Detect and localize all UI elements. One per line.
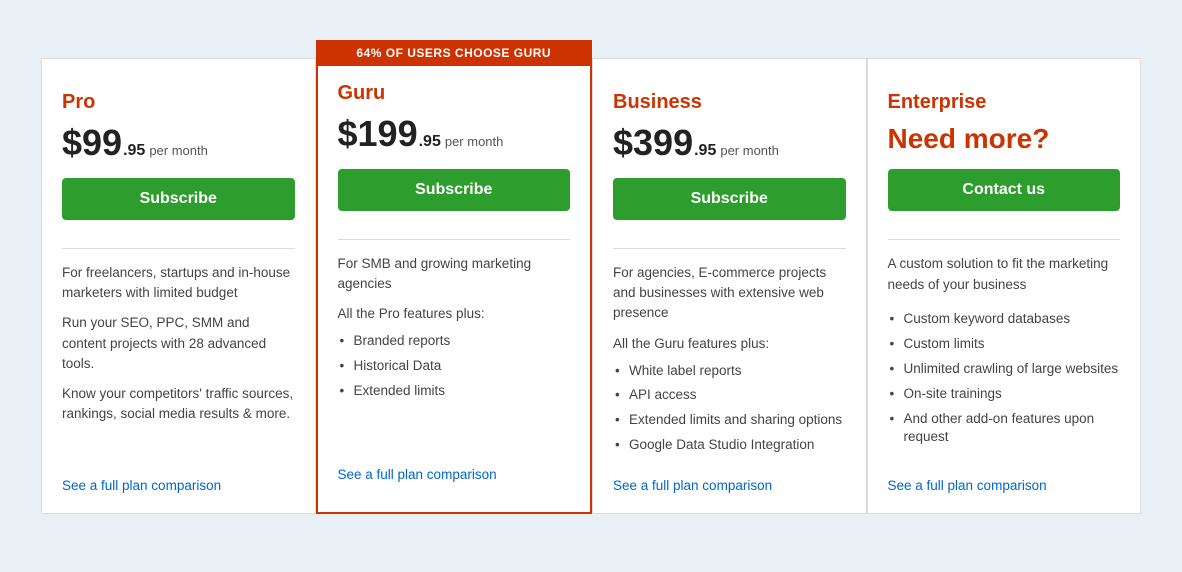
guru-price-cents: .95 [419, 133, 441, 151]
pro-desc-3: Know your competitors' traffic sources, … [62, 384, 295, 425]
enterprise-see-full-link[interactable]: See a full plan comparison [888, 470, 1121, 493]
plan-business: Business $399 .95 per month Subscribe Fo… [592, 58, 867, 514]
guru-divider [338, 239, 571, 240]
business-see-full-link[interactable]: See a full plan comparison [613, 470, 846, 493]
enterprise-divider [888, 239, 1121, 240]
enterprise-features-list: Custom keyword databases Custom limits U… [888, 307, 1121, 450]
pricing-container: Pro $99 .95 per month Subscribe For free… [41, 58, 1141, 514]
enterprise-desc-1: A custom solution to fit the marketing n… [888, 254, 1121, 295]
enterprise-feature-5: And other add-on features upon request [888, 407, 1121, 451]
enterprise-plan-name: Enterprise [888, 91, 1121, 114]
plan-guru: 64% OF USERS CHOOSE GURU Guru $199 .95 p… [316, 48, 593, 514]
enterprise-feature-3: Unlimited crawling of large websites [888, 357, 1121, 382]
business-price-cents: .95 [694, 142, 716, 160]
pro-price-period: per month [149, 143, 208, 158]
business-features-intro: All the Guru features plus: [613, 336, 846, 351]
pro-plan-name: Pro [62, 91, 295, 114]
guru-feature-2: Historical Data [338, 354, 571, 379]
enterprise-feature-1: Custom keyword databases [888, 307, 1121, 332]
enterprise-feature-4: On-site trainings [888, 382, 1121, 407]
guru-features-intro: All the Pro features plus: [338, 306, 571, 321]
enterprise-feature-2: Custom limits [888, 332, 1121, 357]
pro-price: $99 .95 per month [62, 122, 295, 164]
enterprise-need-more: Need more? [888, 122, 1121, 156]
pro-desc-1: For freelancers, startups and in-house m… [62, 263, 295, 304]
business-feature-4: Google Data Studio Integration [613, 433, 846, 458]
guru-banner: 64% OF USERS CHOOSE GURU [316, 40, 593, 66]
business-feature-2: API access [613, 383, 846, 408]
guru-desc-1: For SMB and growing marketing agencies [338, 254, 571, 295]
business-desc-1: For agencies, E-commerce projects and bu… [613, 263, 846, 324]
guru-feature-1: Branded reports [338, 329, 571, 354]
pro-desc-2: Run your SEO, PPC, SMM and content proje… [62, 313, 295, 374]
pro-subscribe-button[interactable]: Subscribe [62, 178, 295, 220]
guru-subscribe-button[interactable]: Subscribe [338, 169, 571, 211]
plan-pro: Pro $99 .95 per month Subscribe For free… [41, 58, 316, 514]
business-features-list: White label reports API access Extended … [613, 359, 846, 459]
business-subscribe-button[interactable]: Subscribe [613, 178, 846, 220]
pro-divider [62, 248, 295, 249]
guru-plan-name: Guru [338, 82, 571, 105]
guru-price-main: $199 [338, 113, 418, 155]
plan-enterprise: Enterprise Need more? Contact us A custo… [867, 58, 1142, 514]
guru-price-period: per month [445, 134, 504, 149]
business-divider [613, 248, 846, 249]
guru-price: $199 .95 per month [338, 113, 571, 155]
business-price: $399 .95 per month [613, 122, 846, 164]
business-price-main: $399 [613, 122, 693, 164]
business-price-period: per month [720, 143, 779, 158]
business-feature-3: Extended limits and sharing options [613, 408, 846, 433]
guru-feature-3: Extended limits [338, 379, 571, 404]
pro-see-full-link[interactable]: See a full plan comparison [62, 470, 295, 493]
pro-price-cents: .95 [123, 142, 145, 160]
guru-see-full-link[interactable]: See a full plan comparison [338, 459, 571, 482]
business-feature-1: White label reports [613, 359, 846, 384]
enterprise-contact-button[interactable]: Contact us [888, 169, 1121, 211]
pro-price-main: $99 [62, 122, 122, 164]
business-plan-name: Business [613, 91, 846, 114]
guru-features-list: Branded reports Historical Data Extended… [338, 329, 571, 404]
